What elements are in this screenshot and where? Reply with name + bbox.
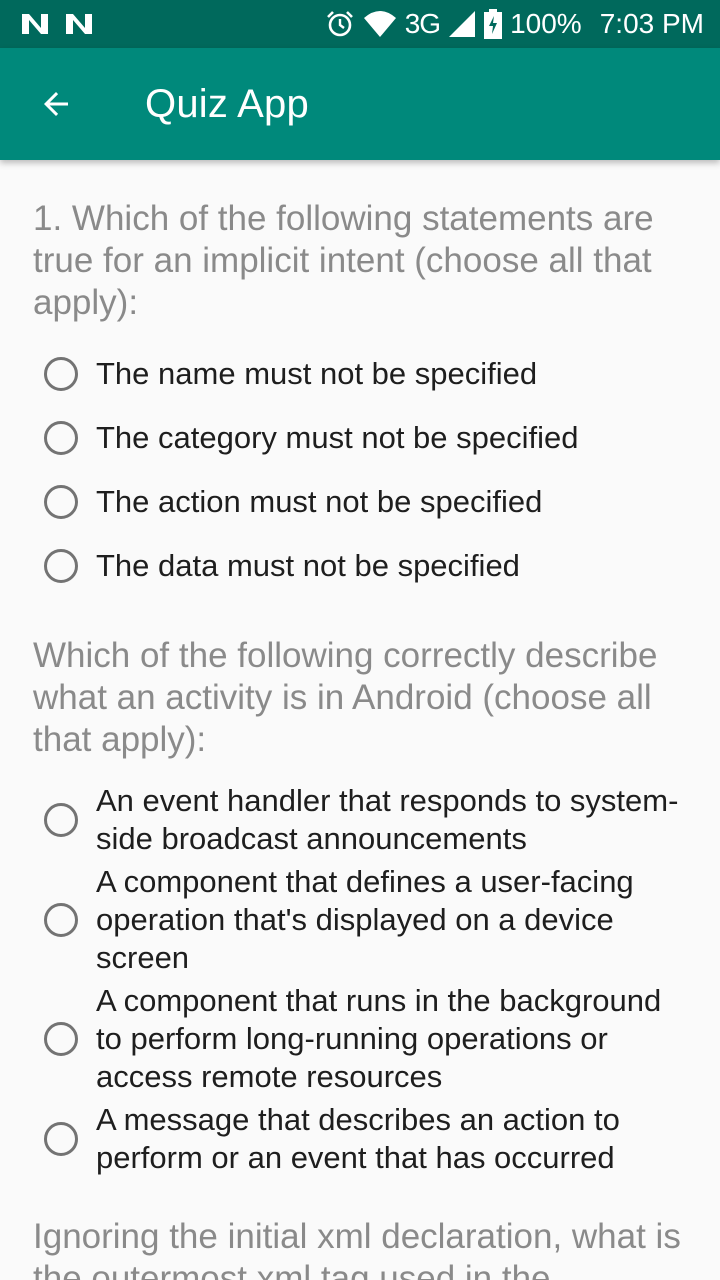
network-type: 3G — [404, 8, 441, 39]
status-indicators: 3G 100% 7:03 PM — [325, 8, 704, 40]
n-notification-icon — [66, 14, 92, 34]
n-notification-icon — [22, 14, 48, 34]
arrow-back-icon — [44, 92, 68, 116]
radio-button[interactable] — [44, 485, 78, 519]
app-title: Quiz App — [145, 81, 309, 126]
option-label: The data must not be specified — [96, 548, 520, 583]
question-1-option-4[interactable]: The data must not be specified — [44, 547, 704, 585]
radio-button[interactable] — [44, 357, 78, 391]
question-2-option-4[interactable]: A message that describes an action to pe… — [44, 1101, 704, 1177]
radio-button[interactable] — [44, 803, 78, 837]
app-bar: Quiz App — [0, 48, 720, 160]
question-1-option-1[interactable]: The name must not be specified — [44, 355, 704, 393]
quiz-content[interactable]: 1. Which of the following statements are… — [0, 160, 720, 1280]
back-button[interactable] — [0, 48, 112, 160]
battery-level: 100% — [510, 8, 582, 39]
alarm-icon — [326, 11, 353, 37]
question-1-option-2[interactable]: The category must not be specified — [44, 419, 704, 457]
option-label: A component that defines a user-facing o… — [96, 864, 634, 975]
option-label: The category must not be specified — [96, 420, 579, 455]
question-2-option-2[interactable]: A component that defines a user-facing o… — [44, 863, 704, 977]
wifi-icon — [363, 11, 396, 37]
option-label: The action must not be specified — [96, 484, 543, 519]
option-label: A message that describes an action to pe… — [96, 1102, 620, 1175]
option-label: An event handler that responds to system… — [96, 783, 679, 856]
question-3-text: Ignoring the initial xml declaration, wh… — [33, 1217, 681, 1280]
question-2-option-3[interactable]: A component that runs in the background … — [44, 982, 704, 1096]
option-label: A component that runs in the background … — [96, 983, 662, 1094]
option-label: The name must not be specified — [96, 356, 538, 391]
status-bar: 3G 100% 7:03 PM — [0, 0, 720, 48]
radio-button[interactable] — [44, 1122, 78, 1156]
question-1-option-3[interactable]: The action must not be specified — [44, 483, 704, 521]
clock-time: 7:03 PM — [599, 8, 704, 39]
signal-icon — [449, 11, 476, 37]
question-2-option-1[interactable]: An event handler that responds to system… — [44, 782, 704, 858]
radio-button[interactable] — [44, 903, 78, 937]
notification-icons — [20, 12, 94, 36]
radio-button[interactable] — [44, 1022, 78, 1056]
battery-charging-icon — [484, 9, 503, 39]
radio-button[interactable] — [44, 549, 78, 583]
question-1-text: 1. Which of the following statements are… — [33, 199, 654, 322]
question-2-text: Which of the following correctly describ… — [33, 636, 658, 759]
radio-button[interactable] — [44, 421, 78, 455]
